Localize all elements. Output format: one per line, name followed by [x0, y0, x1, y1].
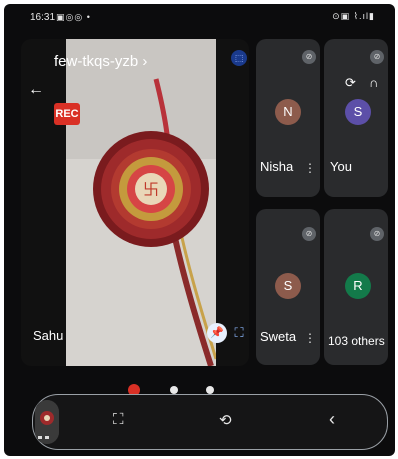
more-options-icon[interactable]: ⋮ [304, 161, 316, 175]
reaction-dot [206, 386, 214, 394]
rotate-icon[interactable]: ⟲ [219, 411, 232, 429]
participant-tile-nisha[interactable]: ⊘ N Nisha ⋮ [256, 39, 320, 197]
pin-icon[interactable]: 📌 [207, 323, 227, 343]
phone-screen: 16:31 ▣◎◎ • ⊙▣ ⌇.ıl▮ 卐 ← few-tkqs-yzb › … [4, 4, 395, 456]
reaction-dot [170, 386, 178, 394]
avatar: N [275, 99, 301, 125]
participant-name: Nisha [260, 159, 294, 174]
back-arrow-icon[interactable]: ← [28, 81, 44, 99]
participant-tile-sweta[interactable]: ⊘ S Sweta ⋮ [256, 209, 320, 365]
mic-off-icon: ⊘ [302, 227, 316, 241]
avatar: S [345, 99, 371, 125]
status-bar: 16:31 ▣◎◎ • ⊙▣ ⌇.ıl▮ [4, 4, 395, 30]
status-time: 16:31 [30, 12, 56, 23]
meeting-code[interactable]: few-tkqs-yzb › [54, 53, 147, 70]
participant-name: You [330, 159, 352, 174]
back-chevron-icon[interactable]: ‹ [329, 409, 335, 430]
more-options-icon[interactable]: ⋮ [304, 331, 316, 345]
main-speaker-name: Sahu [33, 328, 64, 343]
mic-off-icon: ⊘ [302, 50, 316, 64]
thumbnail-image [35, 400, 59, 444]
system-status-icons: ⊙▣ ⌇.ıl▮ [332, 11, 375, 21]
mic-off-icon: ⊘ [370, 227, 384, 241]
headphones-icon[interactable]: ∩ [369, 75, 378, 90]
avatar: S [275, 273, 301, 299]
others-count-label: 103 others [328, 334, 385, 348]
recent-app-thumbnail[interactable] [35, 400, 59, 444]
avatar: R [345, 273, 371, 299]
participant-name: Sweta [260, 329, 297, 344]
main-video-tile[interactable]: 卐 ← few-tkqs-yzb › REC ⬚ Sahu 📌 ⛶ [21, 39, 249, 366]
expand-icon[interactable]: ⛶ [230, 323, 248, 343]
mic-off-icon: ⊘ [370, 50, 384, 64]
camera-switch-icon[interactable]: ⟳ [345, 75, 356, 91]
picture-in-picture-icon[interactable]: ⬚ [231, 50, 247, 66]
notification-icons: ▣◎◎ • [56, 12, 91, 22]
participant-tile-you[interactable]: ⊘ ⟳ ∩ S You [324, 39, 388, 197]
screenshot-icon[interactable]: ⛶ [113, 411, 124, 428]
svg-text:卐: 卐 [143, 180, 159, 199]
bottom-nav-bar: ⛶ ⟲ ‹ [32, 394, 388, 450]
video-feed: 卐 [66, 39, 216, 366]
chevron-right-icon: › [142, 53, 148, 70]
participant-tile-others[interactable]: ⊘ R 103 others [324, 209, 388, 365]
recording-badge: REC [54, 103, 80, 125]
